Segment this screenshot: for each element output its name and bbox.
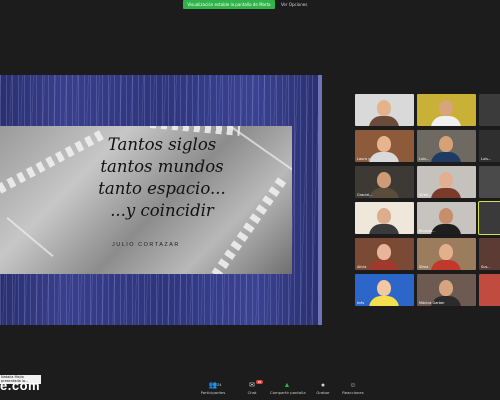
share-screen-label: Compartir pantalla [270,390,306,395]
slide-scrollbar[interactable] [318,75,322,325]
participant-tile[interactable]: Graciel... [355,166,414,198]
participant-body [369,224,399,234]
participant-face [439,280,453,296]
chat-label: Chat [247,390,257,395]
participant-name: Graciel... [357,193,373,197]
chat-unread-badge: 99 [256,380,263,384]
participant-face [377,136,391,152]
participant-name: Inés [357,301,365,305]
participant-name: Alicia [357,265,367,269]
participant-tile[interactable] [479,94,500,126]
record-label: Grabar [316,390,330,395]
participant-face [439,136,453,152]
shared-screen: Tantos siglos tantos mundos tanto espaci… [0,75,318,325]
quote-line: tanto espacio... [98,179,226,198]
record-button[interactable]: ● Grabar [306,382,340,400]
participant-tile[interactable] [355,94,414,126]
participant-face [439,244,453,260]
participant-tile[interactable]: Mónica Garber [417,274,476,306]
participant-body [431,224,461,234]
reactions-label: Reacciones [342,390,364,395]
participants-label: Participantes [200,390,226,395]
participant-body [431,152,461,162]
participant-face [377,244,391,260]
participant-body [431,188,461,198]
participants-button[interactable]: 👥 Participantes [196,382,230,400]
participant-tile[interactable] [355,202,414,234]
participant-name: Mónica Garber [419,301,445,305]
participant-tile[interactable] [417,94,476,126]
reactions-icon: ☺ [349,382,357,389]
participant-name: Sirtel... [419,193,432,197]
participant-tile-active-speaker[interactable] [478,201,500,235]
share-screen-icon: ▲ [283,382,291,389]
watermark-logo: e.com [0,378,41,393]
participant-tile[interactable]: Luis... [479,130,500,162]
participant-tile[interactable]: Alicia [355,238,414,270]
participant-body [369,188,399,198]
view-options-menu[interactable]: Ver Opciones [281,0,307,9]
participant-tile[interactable]: Inés [355,274,414,306]
participant-body [369,296,399,306]
share-screen-button[interactable]: ▲ Compartir pantalla [270,382,306,400]
participant-tile[interactable]: Laura y ... [355,130,414,162]
participant-name: Luis... [419,157,430,161]
reactions-button[interactable]: ☺ Reacciones [336,382,370,400]
participant-name: Ricardo... [419,229,436,233]
participant-tile[interactable]: Sirtel... [417,166,476,198]
quote-line: ...y coincidir [110,201,214,220]
participant-tile[interactable]: Luis... [417,130,476,162]
record-icon: ● [320,382,326,389]
participant-name: Luis... [481,157,492,161]
participant-gallery: Laura y ... Luis... Luis... Graciel... S… [355,94,500,306]
participant-face [439,100,453,116]
participant-face [377,208,391,224]
road-marking [6,216,54,258]
participant-tile[interactable] [479,274,500,306]
participant-tile[interactable]: Silvia [417,238,476,270]
participant-body [431,260,461,270]
participant-body [431,116,461,126]
slide-quote: Tantos siglos tantos mundos tanto espaci… [72,134,252,222]
screen-share-banner[interactable]: Visualización estable la pantalla de Mar… [183,0,275,9]
participant-face [439,208,453,224]
participants-count: 24 [217,382,222,387]
quote-line: tantos mundos [100,157,224,176]
participant-face [377,172,391,188]
participant-face [439,172,453,188]
participant-name: Silvia [419,265,429,269]
participant-face [377,280,391,296]
participant-name: Sus... [481,265,491,269]
quote-line: Tantos siglos [107,135,217,154]
participant-tile[interactable]: Sus... [479,238,500,270]
participant-body [369,116,399,126]
participant-tile[interactable] [479,166,500,198]
quote-author: JULIO CORTAZAR [112,242,180,248]
slide-photo: Tantos siglos tantos mundos tanto espaci… [0,126,292,274]
participant-body [369,260,399,270]
participant-name: Laura y ... [357,157,375,161]
participant-tile[interactable]: Ricardo... [417,202,476,234]
participant-face [377,100,391,116]
chat-button[interactable]: ✉ Chat [235,382,269,400]
